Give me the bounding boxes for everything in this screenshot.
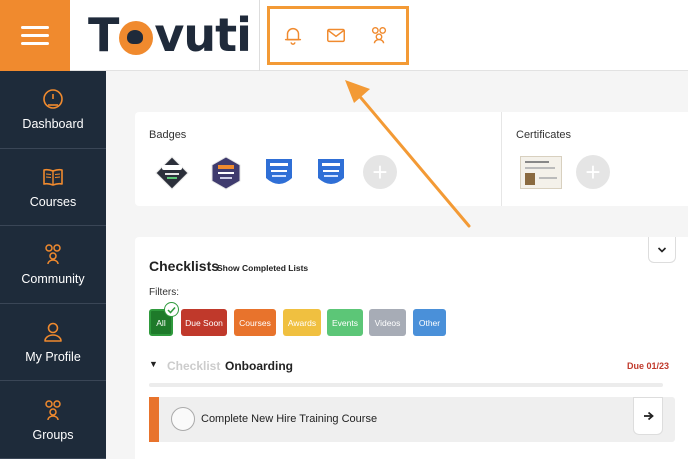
logo-text-start: T <box>88 8 119 62</box>
tovuti-logo[interactable]: Tvuti <box>88 8 252 62</box>
checklist-section-header[interactable]: ▼ Checklist Onboarding Due 01/23 <box>149 357 669 375</box>
group-icon <box>45 399 61 420</box>
task-accent-bar <box>149 397 159 442</box>
sidebar-item-label: Community <box>21 272 85 287</box>
arrow-right-icon <box>643 411 654 421</box>
certificates-title: Certificates <box>516 129 572 141</box>
due-date: Due 01/23 <box>626 361 669 371</box>
badges-card: Badges + Certificates + <box>135 112 688 206</box>
sidebar-item-my-profile[interactable]: My Profile <box>0 304 106 382</box>
badges-title: Badges <box>149 129 187 141</box>
sidebar-item-label: My Profile <box>25 350 81 365</box>
filter-due-soon-button[interactable]: Due Soon <box>181 309 227 336</box>
selected-check-icon <box>164 302 179 317</box>
software-advice-badge-icon[interactable] <box>209 156 243 190</box>
certificate-thumbnail[interactable] <box>520 156 562 189</box>
collapse-button[interactable] <box>648 237 676 263</box>
certificate-line <box>539 177 557 179</box>
task-complete-checkbox[interactable] <box>171 407 195 431</box>
checkmark-icon <box>167 306 176 314</box>
capterra-badge-icon[interactable] <box>262 156 296 190</box>
filters-label: Filters: <box>149 287 179 298</box>
envelope-icon[interactable] <box>325 24 347 46</box>
caret-down-icon[interactable]: ▼ <box>149 359 158 369</box>
logo-elephant-icon <box>119 21 154 55</box>
sidebar-item-dashboard[interactable]: Dashboard <box>0 71 106 149</box>
hamburger-line <box>21 42 49 45</box>
sidebar-item-label: Courses <box>29 194 77 209</box>
certificate-line <box>525 161 549 163</box>
task-label: Complete New Hire Training Course <box>201 413 378 425</box>
sidebar: Dashboard Courses Community My Profile G… <box>0 71 106 459</box>
checklist-label: Checklist <box>167 359 221 373</box>
top-bar: Tvuti <box>0 0 688 71</box>
filter-awards-button[interactable]: Awards <box>283 309 321 336</box>
hamburger-line <box>21 26 49 29</box>
header-divider <box>259 0 260 71</box>
certificate-line <box>525 167 555 169</box>
sidebar-item-groups[interactable]: Groups <box>0 381 106 459</box>
sidebar-item-community[interactable]: Community <box>0 226 106 304</box>
filter-courses-button[interactable]: Courses <box>234 309 276 336</box>
checklists-title: Checklists <box>149 258 220 274</box>
task-open-button[interactable] <box>633 397 663 435</box>
chevron-down-icon <box>657 246 667 253</box>
checklists-card: Checklists Show Completed Lists Filters:… <box>135 237 688 459</box>
logo-text-end: vuti <box>154 8 251 62</box>
gauge-icon <box>43 89 63 110</box>
sidebar-item-courses[interactable]: Courses <box>0 149 106 227</box>
checklist-name: Onboarding <box>225 359 293 373</box>
sidebar-item-label: Groups <box>32 427 74 442</box>
card-divider <box>501 112 502 206</box>
book-icon <box>43 168 63 186</box>
add-badge-button[interactable]: + <box>363 155 397 189</box>
filter-other-button[interactable]: Other <box>413 309 446 336</box>
add-certificate-button[interactable]: + <box>576 155 610 189</box>
bell-icon[interactable] <box>282 24 304 46</box>
show-completed-lists-link[interactable]: Show Completed Lists <box>217 263 308 273</box>
people-icon <box>45 244 61 265</box>
sidebar-item-label: Dashboard <box>22 117 84 132</box>
hamburger-menu-button[interactable] <box>0 0 70 71</box>
section-divider <box>149 383 663 387</box>
getapp-badge-icon[interactable] <box>155 156 189 190</box>
filter-videos-button[interactable]: Videos <box>369 309 406 336</box>
person-icon <box>44 322 62 342</box>
checklist-task[interactable]: Complete New Hire Training Course <box>149 397 675 442</box>
community-icon[interactable] <box>368 24 390 46</box>
certificate-photo <box>525 173 535 185</box>
filter-events-button[interactable]: Events <box>327 309 363 336</box>
capterra-badge-icon[interactable] <box>314 156 348 190</box>
hamburger-line <box>21 34 49 37</box>
